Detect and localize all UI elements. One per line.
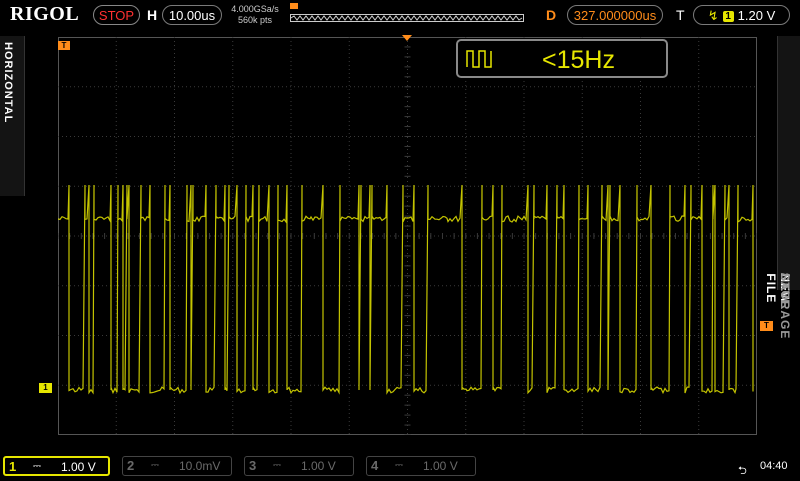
delay-label: D xyxy=(546,7,557,23)
channel3-number: 3 xyxy=(249,458,257,473)
memory-position-marker xyxy=(290,3,298,9)
dc-coupling-icon: ⎓ xyxy=(273,460,281,471)
channel4-scale[interactable]: 4 ⎓ 1.00 V xyxy=(366,456,476,476)
waveform-display[interactable] xyxy=(58,37,757,435)
horizontal-label: H xyxy=(147,7,158,23)
memory-overview-bar xyxy=(290,14,524,22)
storage-menu-tab[interactable]: NEW FILE / SAVE / STORAGE xyxy=(764,36,800,339)
status-bar: RIGOL STOP H 10.00us 4.000GSa/s 560k pts… xyxy=(0,0,800,30)
channel3-scale[interactable]: 3 ⎓ 1.00 V xyxy=(244,456,354,476)
channel2-scale[interactable]: 2 ⎓ 10.0mV xyxy=(122,456,232,476)
channel-bar: 1 ⎓ 1.00 V 2 ⎓ 10.0mV 3 ⎓ 1.00 V 4 ⎓ 1.0… xyxy=(0,452,800,480)
channel1-number: 1 xyxy=(9,459,17,474)
channel1-ground-marker[interactable]: 1 xyxy=(39,383,52,393)
menu-storage: STORAGE xyxy=(778,272,792,339)
horizontal-menu-tab[interactable]: HORIZONTAL xyxy=(0,36,25,196)
trigger-source-badge: 1 xyxy=(722,11,734,22)
graticule xyxy=(58,37,757,435)
dc-coupling-icon: ⎓ xyxy=(395,460,403,471)
horizontal-tab-label: HORIZONTAL xyxy=(2,42,14,124)
delay-value[interactable]: 327.000000us xyxy=(567,5,663,25)
run-stop-indicator[interactable]: STOP xyxy=(93,5,140,25)
memory-depth: 560k pts xyxy=(237,15,273,25)
channel3-vdiv: 1.00 V xyxy=(301,459,336,473)
usb-icon: ⮌ xyxy=(738,465,747,477)
frequency-counter: <15Hz xyxy=(456,39,668,78)
brand-logo: RIGOL xyxy=(10,3,80,25)
channel2-vdiv: 10.0mV xyxy=(179,459,221,473)
channel4-number: 4 xyxy=(371,458,379,473)
trigger-level-value: 1.20 V xyxy=(737,8,776,23)
timebase-value[interactable]: 10.00us xyxy=(162,5,222,25)
trigger-position-arrow[interactable] xyxy=(402,35,412,41)
dc-coupling-icon: ⎓ xyxy=(151,460,159,471)
clock: 04:40 xyxy=(760,460,788,472)
rising-edge-icon: ↯ xyxy=(707,8,719,23)
dc-coupling-icon: ⎓ xyxy=(33,461,41,472)
channel4-vdiv: 1.00 V xyxy=(423,459,458,473)
storage-menu-path: NEW FILE / SAVE / STORAGE xyxy=(764,269,795,339)
trigger-label: T xyxy=(676,7,685,23)
channel1-vdiv: 1.00 V xyxy=(61,460,96,474)
trigger-settings[interactable]: ↯ 1 1.20 V xyxy=(693,5,790,25)
trigger-time-marker[interactable]: T xyxy=(58,41,70,50)
channel2-number: 2 xyxy=(127,458,135,473)
sample-rate: 4.000GSa/s xyxy=(231,4,279,14)
pulse-icon xyxy=(466,50,492,68)
trigger-level-marker[interactable]: T xyxy=(760,321,773,331)
acquisition-info: 4.000GSa/s 560k pts xyxy=(229,4,281,26)
channel1-scale[interactable]: 1 ⎓ 1.00 V xyxy=(3,456,110,476)
frequency-value: <15Hz xyxy=(542,46,615,74)
